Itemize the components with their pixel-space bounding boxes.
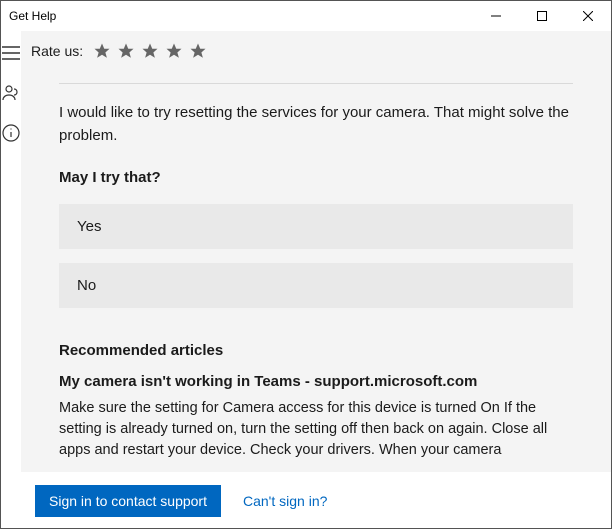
contact-support-nav[interactable] bbox=[1, 83, 21, 103]
star-icon[interactable] bbox=[165, 42, 183, 60]
star-icon[interactable] bbox=[93, 42, 111, 60]
rate-bar: Rate us: bbox=[21, 31, 611, 71]
article-title[interactable]: My camera isn't working in Teams - suppo… bbox=[59, 373, 573, 390]
assistant-question: May I try that? bbox=[59, 169, 573, 186]
sign-in-button[interactable]: Sign in to contact support bbox=[35, 485, 221, 517]
close-button[interactable] bbox=[565, 1, 611, 31]
option-no[interactable]: No bbox=[59, 263, 573, 308]
article-snippet: Make sure the setting for Camera access … bbox=[59, 398, 573, 461]
window-title: Get Help bbox=[1, 9, 56, 23]
menu-button[interactable] bbox=[1, 43, 21, 63]
maximize-icon bbox=[537, 11, 547, 21]
minimize-icon bbox=[491, 11, 501, 21]
footer-bar: Sign in to contact support Can't sign in… bbox=[21, 472, 611, 528]
minimize-button[interactable] bbox=[473, 1, 519, 31]
sidebar bbox=[1, 31, 21, 528]
rating-stars bbox=[93, 42, 207, 60]
title-bar: Get Help bbox=[1, 1, 611, 31]
content-area: Rate us: I would like to try resetting t… bbox=[21, 31, 611, 528]
rate-label: Rate us: bbox=[31, 43, 83, 59]
assistant-message: I would like to try resetting the servic… bbox=[59, 102, 573, 147]
recommended-heading: Recommended articles bbox=[59, 342, 573, 359]
cant-sign-in-link[interactable]: Can't sign in? bbox=[243, 493, 327, 509]
app-window: Get Help bbox=[0, 0, 612, 529]
star-icon[interactable] bbox=[141, 42, 159, 60]
maximize-button[interactable] bbox=[519, 1, 565, 31]
info-nav[interactable] bbox=[1, 123, 21, 143]
star-icon[interactable] bbox=[117, 42, 135, 60]
star-icon[interactable] bbox=[189, 42, 207, 60]
hamburger-icon bbox=[2, 46, 20, 60]
info-icon bbox=[2, 124, 20, 142]
divider bbox=[59, 83, 573, 84]
app-body: Rate us: I would like to try resetting t… bbox=[1, 31, 611, 528]
chat-inner: I would like to try resetting the servic… bbox=[21, 83, 611, 461]
close-icon bbox=[583, 11, 593, 21]
option-yes[interactable]: Yes bbox=[59, 204, 573, 249]
headset-person-icon bbox=[2, 84, 20, 102]
chat-scroll[interactable]: I would like to try resetting the servic… bbox=[21, 71, 611, 472]
